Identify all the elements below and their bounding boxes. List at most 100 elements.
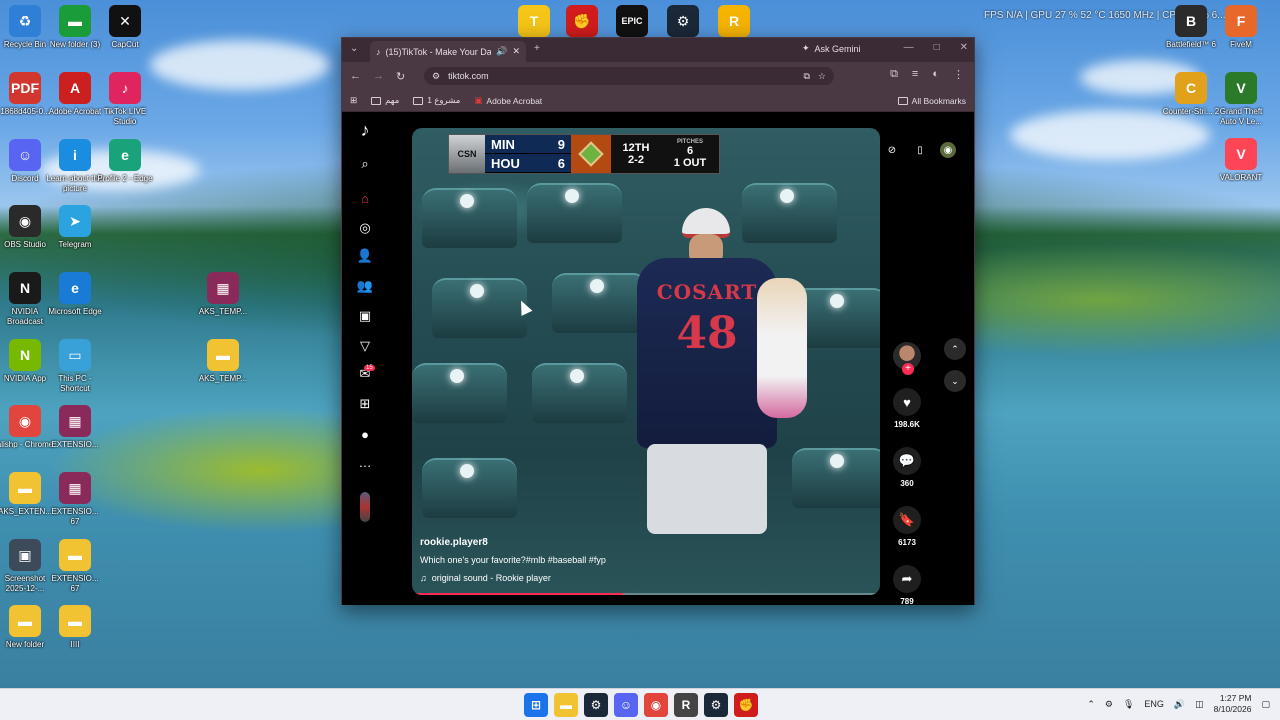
app-t-icon[interactable]: T	[518, 5, 550, 37]
install-app-icon[interactable]: ⧉	[803, 71, 809, 82]
extensions-icon[interactable]: ⧉	[890, 68, 898, 81]
desktop-icon[interactable]: e Profile 2 - Edge	[96, 139, 154, 184]
epic-games-icon[interactable]: EPIC	[616, 5, 648, 37]
desktop-icon[interactable]: ➤ Telegram	[46, 205, 104, 250]
reload-button[interactable]: ↻	[396, 70, 405, 83]
profile-icon[interactable]: ●	[355, 424, 375, 444]
previous-video-button[interactable]: ⌃	[944, 338, 966, 360]
show-hidden-icons-icon[interactable]: ⌃	[1087, 699, 1095, 710]
notifications-icon[interactable]: ▢	[1261, 699, 1270, 710]
capcut-icon: ✕	[109, 5, 141, 37]
desktop-icon[interactable]: ✕ CapCut	[96, 5, 154, 50]
desktop-icon[interactable]: ▦ EXTENSIO... 67	[46, 472, 104, 527]
count: 2-2	[628, 154, 644, 166]
desktop-icon[interactable]: ▬ اااا	[46, 605, 104, 650]
steam-icon[interactable]: ⚙	[704, 693, 728, 717]
desktop-icon[interactable]: ▬ AKS_TEMP...	[194, 339, 252, 384]
bookmark-folder-2[interactable]: مشروع 1	[413, 95, 460, 106]
bookmark-folder-1[interactable]: مهم	[371, 95, 399, 106]
network-icon[interactable]: ◫	[1195, 699, 1204, 710]
apps-grid-icon[interactable]: ⊞	[350, 95, 357, 106]
like-button[interactable]: ♥ 198.6K	[890, 388, 924, 429]
winrar-icon: ▦	[59, 405, 91, 437]
folder-icon: ▬	[9, 605, 41, 637]
tiktok-logo-icon[interactable]: ♪	[355, 120, 375, 140]
bookmark-star-icon[interactable]: ☆	[818, 71, 826, 82]
follow-plus-icon[interactable]: +	[902, 363, 914, 375]
chrome-icon[interactable]: ◉	[644, 693, 668, 717]
autoscroll-icon[interactable]: ⊘	[884, 142, 900, 158]
desktop-icon[interactable]: ▬ EXTENSIO... 67	[46, 539, 104, 594]
desktop-icon[interactable]: ▦ EXTENSIO...	[46, 405, 104, 450]
desktop-icon[interactable]: ▭ This PC - Shortcut	[46, 339, 104, 394]
desktop-icon[interactable]: V Grand Theft Auto V Le...	[1212, 72, 1270, 127]
microphone-icon[interactable]: 🎙	[1123, 699, 1134, 710]
profile-mini-avatar[interactable]: ◉	[940, 142, 956, 158]
steam-icon[interactable]: ⚙	[667, 5, 699, 37]
next-video-button[interactable]: ⌄	[944, 370, 966, 392]
address-bar[interactable]: ⚙ tiktok.com ⧉ ☆	[424, 67, 834, 85]
fivem-icon: F	[1225, 5, 1257, 37]
close-tab-icon[interactable]: ✕	[512, 46, 520, 57]
video-progress-bar[interactable]	[412, 593, 880, 595]
windows-start-icon[interactable]: ⊞	[524, 693, 548, 717]
back-button[interactable]: ←	[350, 70, 361, 82]
ask-gemini-button[interactable]: ✦ Ask Gemini	[802, 43, 861, 54]
rockstar-icon[interactable]: R	[718, 5, 750, 37]
fist-icon[interactable]: ✊	[566, 5, 598, 37]
minimize-button[interactable]: —	[904, 42, 914, 53]
video-player[interactable]: CSN MIN9 HOU6 12TH 2-2 PITCHES 6 1 OUT	[412, 128, 880, 595]
tab-tiktok[interactable]: ♪ (15)TikTok - Make Your Day 🔊 ✕	[370, 41, 526, 62]
video-sound[interactable]: ♫ original sound - Rookie player	[420, 573, 860, 583]
audio-icon[interactable]: 🔊	[496, 46, 507, 57]
creator-avatar[interactable]: +	[893, 342, 921, 375]
all-bookmarks-button[interactable]: All Bookmarks	[897, 96, 966, 106]
video-username[interactable]: rookie.player8	[420, 537, 860, 548]
save-button[interactable]: 🔖 6173	[890, 506, 924, 547]
sidebar-following-avatars[interactable]	[360, 492, 370, 522]
desktop-icon[interactable]: V VALORANT	[1212, 138, 1270, 183]
discord-icon[interactable]: ☺	[614, 693, 638, 717]
desktop-icon[interactable]: e Microsoft Edge	[46, 272, 104, 317]
live-icon[interactable]: ▣	[355, 306, 375, 326]
tab-search-icon[interactable]: ⌄	[350, 43, 358, 54]
acrobat-icon: A	[59, 72, 91, 104]
activity-icon[interactable]: ▽	[355, 336, 375, 356]
bookmark-adobe[interactable]: ▣ Adobe Acrobat	[474, 95, 542, 106]
action-bar: + ♥ 198.6K 💬 360 🔖 6173 ➦ 789	[890, 342, 924, 606]
clock[interactable]: 1:27 PM 8/10/2026	[1214, 693, 1252, 715]
site-info-icon[interactable]: ⚙	[432, 71, 440, 82]
desktop-icon-label: VALORANT	[1219, 173, 1263, 182]
home-icon[interactable]: ⌂	[355, 188, 375, 208]
steam-icon[interactable]: ⚙	[584, 693, 608, 717]
more-icon[interactable]: …	[355, 452, 375, 472]
fist-icon[interactable]: ✊	[734, 693, 758, 717]
new-tab-button[interactable]: +	[534, 43, 540, 54]
share-button[interactable]: ➦ 789	[890, 565, 924, 606]
explore-icon[interactable]: ◎	[355, 218, 375, 238]
maximize-button[interactable]: □	[934, 42, 940, 53]
desktop-icon-label: EXTENSIO...	[51, 440, 99, 449]
upload-icon[interactable]: ⊞	[355, 394, 375, 414]
desktop-icon[interactable]: F FiveM	[1212, 5, 1270, 50]
language-indicator[interactable]: ENG	[1144, 699, 1164, 709]
chrome-menu-icon[interactable]: ⋮	[953, 68, 964, 81]
rockstar-launcher-icon[interactable]: R	[674, 693, 698, 717]
video-description: Which one's your favorite?#mlb #baseball…	[420, 555, 606, 565]
comment-button[interactable]: 💬 360	[890, 447, 924, 488]
steam-tray-icon[interactable]: ⚙	[1105, 699, 1113, 710]
volume-icon[interactable]: 🔊	[1174, 699, 1185, 710]
forward-button[interactable]: →	[373, 70, 384, 82]
following-icon[interactable]: 👤	[355, 246, 375, 266]
music-note-icon: ♫	[420, 573, 427, 583]
friends-icon[interactable]: 👥	[355, 276, 375, 296]
media-control-icon[interactable]: ≡	[912, 68, 918, 81]
profile-avatar[interactable]: ◐	[932, 68, 939, 81]
desktop-icon[interactable]: ▦ AKS_TEMP...	[194, 272, 252, 317]
desktop-icon[interactable]: ♪ TikTok LIVE Studio	[96, 72, 154, 127]
file-explorer-icon[interactable]: ▬	[554, 693, 578, 717]
video-nav: ⌃ ⌄	[944, 338, 966, 392]
device-icon[interactable]: ▯	[912, 142, 928, 158]
search-icon[interactable]: ⌕	[355, 154, 375, 174]
close-window-button[interactable]: ✕	[960, 42, 968, 53]
